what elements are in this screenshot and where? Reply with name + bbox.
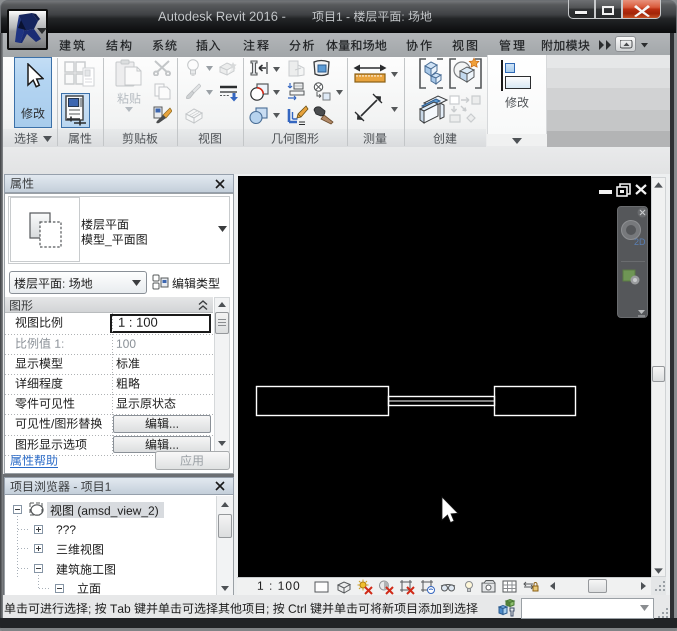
svg-text:2D: 2D bbox=[634, 237, 645, 247]
